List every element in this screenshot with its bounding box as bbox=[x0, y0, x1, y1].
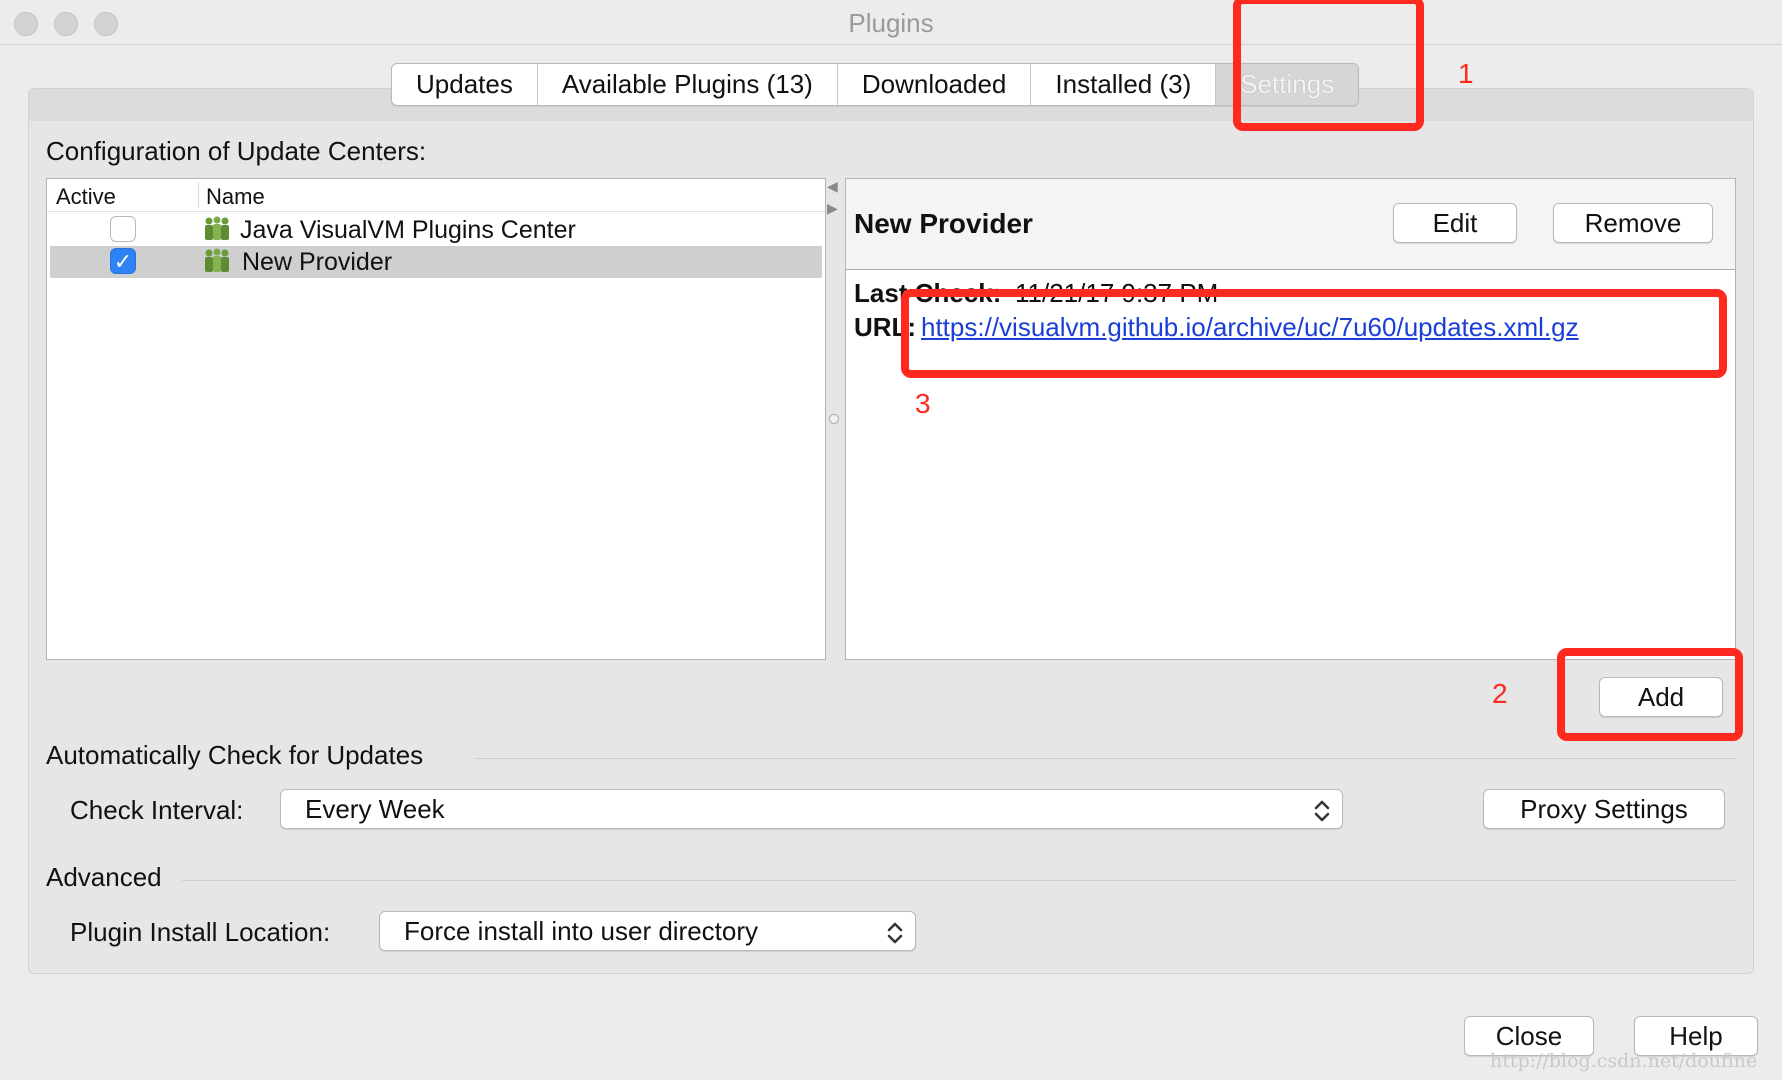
install-location-value: Force install into user directory bbox=[404, 916, 759, 946]
collapse-left-arrow-icon[interactable]: ◀ bbox=[827, 178, 838, 195]
column-header-name[interactable]: Name bbox=[206, 184, 265, 210]
watermark-text: http://blog.csdn.net/doufine bbox=[1490, 1050, 1758, 1072]
proxy-settings-button[interactable]: Proxy Settings bbox=[1483, 789, 1725, 829]
provider-title: New Provider bbox=[854, 208, 1033, 239]
edit-button[interactable]: Edit bbox=[1393, 203, 1517, 243]
expand-right-arrow-icon[interactable]: ▶ bbox=[827, 200, 838, 217]
check-interval-select[interactable]: Every Week bbox=[280, 789, 1343, 829]
check-interval-value: Every Week bbox=[305, 794, 445, 824]
annotation-number-3: 3 bbox=[915, 388, 931, 419]
auto-check-section-label: Automatically Check for Updates bbox=[46, 740, 424, 770]
tab-downloaded[interactable]: Downloaded bbox=[838, 64, 1032, 105]
column-divider bbox=[198, 182, 199, 208]
update-center-icon bbox=[205, 216, 229, 240]
section-separator bbox=[182, 880, 1736, 881]
window-title: Plugins bbox=[848, 8, 934, 38]
active-checkbox[interactable]: ✓ bbox=[110, 248, 136, 274]
split-handle-icon[interactable] bbox=[829, 414, 839, 424]
tab-updates[interactable]: Updates bbox=[392, 64, 538, 105]
update-center-name[interactable]: New Provider bbox=[242, 248, 392, 277]
updown-chevron-icon bbox=[887, 922, 903, 944]
annotation-box-settings-tab bbox=[1233, 0, 1424, 131]
annotation-number-1: 1 bbox=[1458, 58, 1474, 89]
install-location-select[interactable]: Force install into user directory bbox=[379, 911, 916, 951]
check-interval-label: Check Interval: bbox=[70, 795, 244, 825]
annotation-box-add bbox=[1557, 648, 1743, 741]
annotation-box-url bbox=[901, 289, 1727, 378]
install-location-label: Plugin Install Location: bbox=[70, 917, 331, 947]
tab-bar: Updates Available Plugins (13) Downloade… bbox=[391, 63, 1360, 106]
checkmark-icon: ✓ bbox=[113, 249, 133, 274]
remove-button[interactable]: Remove bbox=[1553, 203, 1713, 243]
tab-available-plugins[interactable]: Available Plugins (13) bbox=[538, 64, 838, 105]
update-center-icon bbox=[205, 248, 229, 272]
active-checkbox[interactable] bbox=[110, 216, 136, 242]
update-centers-label: Configuration of Update Centers: bbox=[46, 136, 427, 166]
section-separator bbox=[474, 758, 1736, 759]
advanced-section-label: Advanced bbox=[46, 862, 162, 892]
annotation-number-2: 2 bbox=[1492, 678, 1508, 709]
updown-chevron-icon bbox=[1314, 800, 1330, 822]
table-header bbox=[47, 179, 825, 212]
table-row[interactable] bbox=[50, 246, 822, 278]
update-center-name[interactable]: Java VisualVM Plugins Center bbox=[240, 216, 576, 245]
tab-installed[interactable]: Installed (3) bbox=[1031, 64, 1217, 105]
column-header-active[interactable]: Active bbox=[56, 184, 116, 210]
